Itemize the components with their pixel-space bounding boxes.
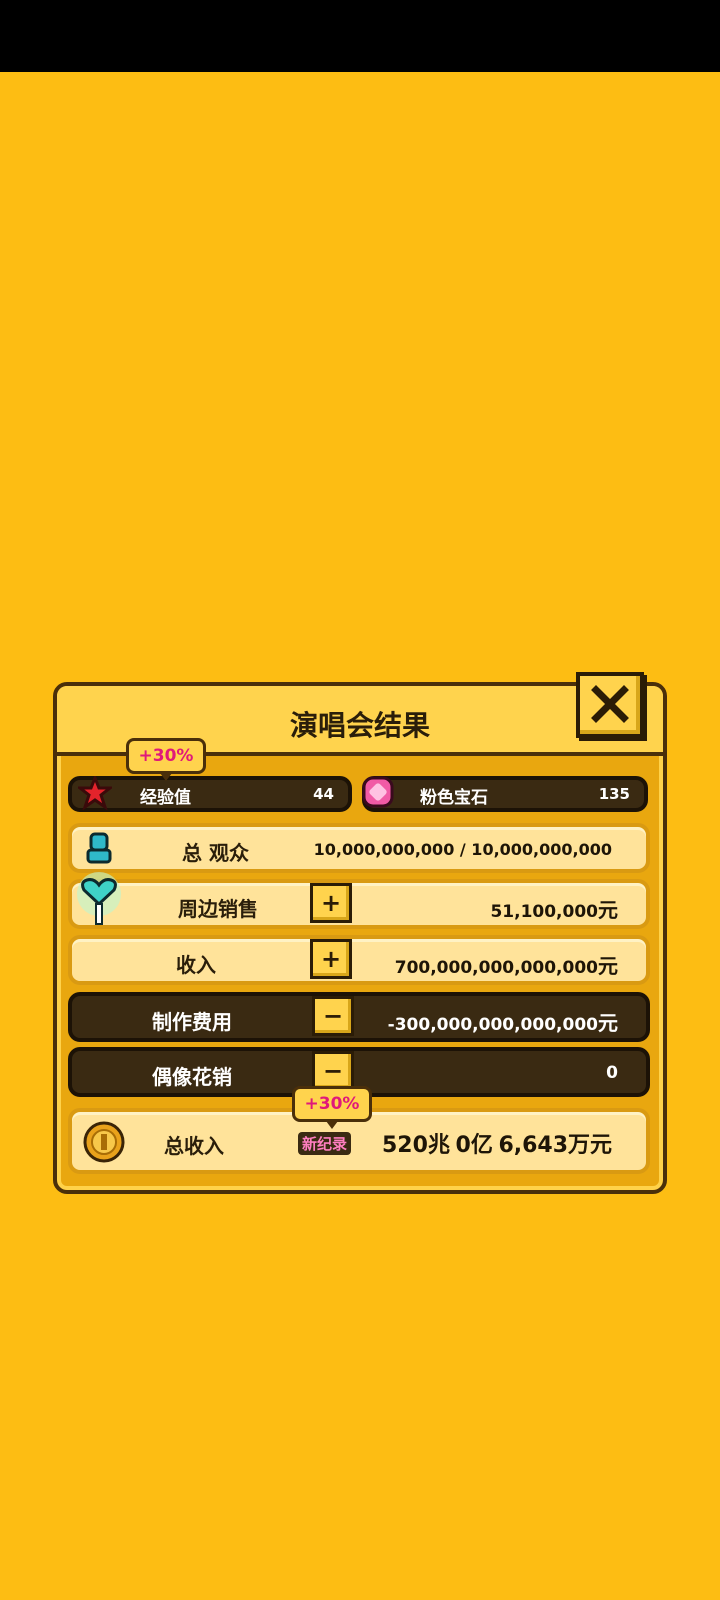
total-ten-thousand-unit: 万元 <box>568 1133 613 1158</box>
gems-value: 135 <box>598 785 630 803</box>
total-hundred-million-amount: 0 <box>455 1133 471 1158</box>
total-hundred-million-unit: 亿 <box>470 1133 493 1158</box>
audience-label: 总 观众 <box>182 841 249 865</box>
merch-label: 周边销售 <box>178 897 258 921</box>
idol-cost-minus-button[interactable]: − <box>312 1051 354 1091</box>
idol-cost-label: 偶像花销 <box>152 1065 232 1089</box>
merch-row: 周边销售 51,100,000元 <box>68 879 650 929</box>
gems-label: 粉色宝石 <box>420 788 488 808</box>
production-cost-label: 制作费用 <box>152 1010 232 1034</box>
exp-value: 44 <box>313 785 334 803</box>
heart-lollipop-icon <box>77 872 121 925</box>
close-button[interactable] <box>576 672 644 738</box>
merch-value: 51,100,000元 <box>490 894 618 923</box>
total-ten-thousand-amount: 6,643 <box>498 1133 569 1158</box>
income-label: 收入 <box>176 953 216 977</box>
person-icon <box>86 832 112 864</box>
close-x-icon <box>591 685 629 723</box>
income-unit: 元 <box>598 954 618 978</box>
production-unit: 元 <box>598 1011 618 1035</box>
pink-gem-icon <box>362 776 394 808</box>
total-trillion-unit: 兆 <box>427 1133 450 1158</box>
exp-bonus-bubble: +30% <box>126 738 206 781</box>
merch-plus-button[interactable]: + <box>310 883 352 923</box>
coin-icon <box>83 1121 125 1163</box>
income-value: 700,000,000,000,000元 <box>395 950 618 979</box>
gems-row: 粉色宝石 135 <box>362 776 648 812</box>
status-bar <box>0 0 720 72</box>
merch-unit: 元 <box>598 898 618 922</box>
red-star-icon <box>78 776 112 810</box>
exp-label: 经验值 <box>140 788 191 808</box>
income-plus-button[interactable]: + <box>310 939 352 979</box>
production-cost-value: -300,000,000,000,000元 <box>388 1007 618 1036</box>
production-minus-button[interactable]: − <box>312 996 354 1036</box>
idol-cost-value: 0 <box>606 1063 618 1083</box>
new-record-badge: 新纪录 <box>298 1132 352 1155</box>
production-cost-row: 制作费用 -300,000,000,000,000元 <box>68 992 650 1042</box>
income-amount: 700,000,000,000,000 <box>394 958 598 978</box>
total-trillion-amount: 520 <box>382 1133 428 1158</box>
total-income-label: 总收入 <box>164 1134 224 1158</box>
total-bonus-bubble: +30% <box>292 1086 372 1129</box>
production-amount: -300,000,000,000,000 <box>387 1015 598 1035</box>
merch-amount: 51,100,000 <box>490 902 598 922</box>
audience-value: 10,000,000,000 / 10,000,000,000 <box>313 840 612 859</box>
audience-row: 总 观众 10,000,000,000 / 10,000,000,000 <box>68 823 650 873</box>
total-income-value: 520兆 0亿 6,643万元 <box>382 1127 612 1159</box>
income-row: 收入 700,000,000,000,000元 <box>68 935 650 985</box>
